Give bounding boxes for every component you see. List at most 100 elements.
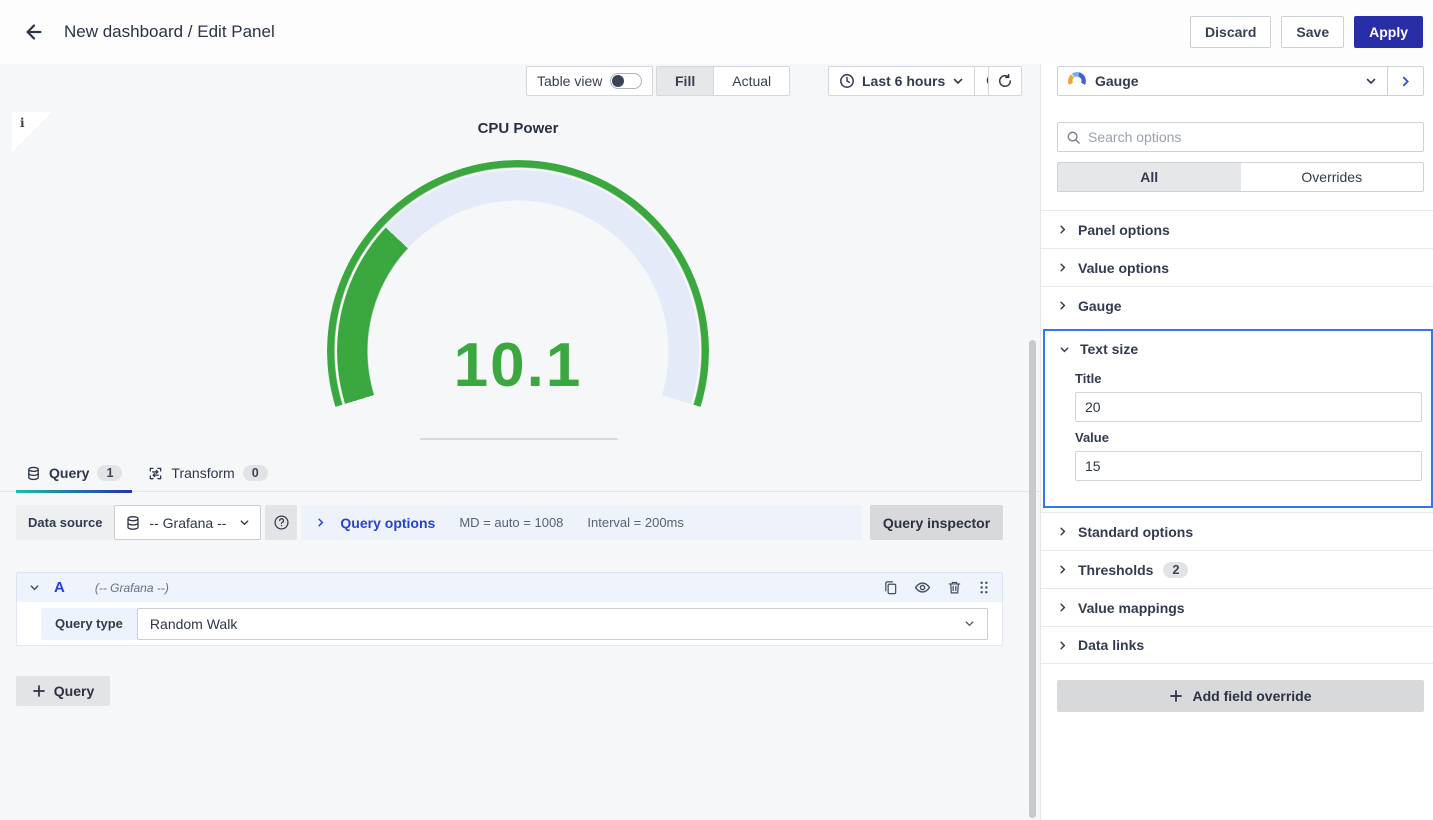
discard-button[interactable]: Discard: [1190, 16, 1271, 48]
drag-handle-icon[interactable]: [978, 580, 990, 595]
query-editor-body: Query type Random Walk: [16, 602, 1003, 646]
chevron-right-icon: [1399, 75, 1412, 88]
section-label: Standard options: [1078, 524, 1193, 540]
query-inspector-button[interactable]: Query inspector: [870, 505, 1003, 540]
clock-icon: [839, 73, 855, 89]
time-picker-group: Last 6 hours: [828, 66, 1013, 96]
transform-count-badge: 0: [243, 465, 268, 481]
actual-tab[interactable]: Actual: [713, 67, 789, 95]
scrollbar-thumb[interactable]: [1029, 340, 1036, 818]
section-label: Thresholds: [1078, 562, 1153, 578]
edit-pane: Table view Fill Actual Last 6 hours: [0, 64, 1040, 820]
chevron-right-icon: [1057, 262, 1068, 273]
tab-transform-label: Transform: [171, 465, 234, 481]
query-row-header[interactable]: A (-- Grafana --): [16, 572, 1003, 602]
tab-all[interactable]: All: [1058, 163, 1241, 191]
interval: Interval = 200ms: [587, 515, 683, 530]
add-query-button[interactable]: Query: [16, 676, 110, 706]
section-text-size: Text size Title Value: [1043, 329, 1433, 508]
delete-query-icon[interactable]: [947, 580, 962, 595]
search-options-input[interactable]: [1088, 129, 1415, 145]
gauge-viz-icon: [1068, 72, 1086, 90]
database-icon: [26, 466, 41, 481]
datasource-value: -- Grafana --: [149, 515, 226, 531]
time-range-label: Last 6 hours: [862, 73, 945, 89]
table-view-group: Table view: [526, 66, 653, 96]
section-panel-options[interactable]: Panel options: [1041, 210, 1433, 248]
title-size-field: Title: [1045, 371, 1431, 422]
thresholds-count-badge: 2: [1163, 562, 1188, 578]
help-icon: [273, 514, 290, 531]
apply-button[interactable]: Apply: [1354, 16, 1423, 48]
text-size-header[interactable]: Text size: [1045, 331, 1431, 363]
section-label: Panel options: [1078, 222, 1170, 238]
value-size-field: Value: [1045, 430, 1431, 481]
time-range-button[interactable]: Last 6 hours: [829, 67, 974, 95]
panel-resize-divider[interactable]: [420, 438, 618, 440]
query-count-badge: 1: [97, 465, 122, 481]
section-standard-options[interactable]: Standard options: [1041, 512, 1433, 550]
collapse-options-pane-button[interactable]: [1387, 67, 1423, 95]
datasource-row: Data source -- Grafana --: [16, 505, 1003, 540]
tab-query-label: Query: [49, 465, 89, 481]
section-label: Value mappings: [1078, 600, 1185, 616]
section-thresholds[interactable]: Thresholds 2: [1041, 550, 1433, 588]
max-data-points: MD = auto = 1008: [459, 515, 563, 530]
refresh-button[interactable]: [988, 66, 1022, 96]
section-value-options[interactable]: Value options: [1041, 248, 1433, 286]
transform-icon: [148, 466, 163, 481]
back-button[interactable]: [14, 12, 54, 52]
plus-icon: [32, 684, 46, 698]
visualization-select[interactable]: Gauge: [1058, 67, 1387, 95]
datasource-picker[interactable]: -- Grafana --: [114, 505, 261, 540]
hide-query-icon[interactable]: [914, 579, 931, 596]
chevron-right-icon: [315, 517, 326, 528]
chevron-right-icon: [1057, 224, 1068, 235]
query-ref-id: A: [54, 579, 65, 596]
panel-title: CPU Power: [318, 120, 718, 137]
panel-info-corner[interactable]: [12, 112, 52, 152]
query-type-select[interactable]: Random Walk: [137, 608, 988, 640]
fill-tab[interactable]: Fill: [657, 67, 713, 95]
value-size-input[interactable]: [1075, 451, 1422, 481]
chevron-down-icon: [239, 517, 250, 528]
text-size-title: Text size: [1080, 341, 1138, 357]
title-size-input[interactable]: [1075, 392, 1422, 422]
options-search: [1057, 122, 1424, 152]
title-size-label: Title: [1075, 371, 1422, 386]
visualization-picker: Gauge: [1057, 66, 1424, 96]
chevron-right-icon: [1057, 300, 1068, 311]
section-data-links[interactable]: Data links: [1041, 626, 1433, 664]
section-gauge[interactable]: Gauge: [1041, 286, 1433, 324]
save-button[interactable]: Save: [1281, 16, 1344, 48]
tab-transform[interactable]: Transform 0: [138, 455, 277, 492]
visualization-name: Gauge: [1095, 73, 1139, 89]
datasource-label: Data source: [16, 505, 114, 540]
refresh-icon: [997, 73, 1013, 89]
query-tabbar: Query 1 Transform 0: [0, 455, 1040, 492]
info-icon: i: [20, 116, 25, 130]
section-label: Value options: [1078, 260, 1169, 276]
options-sidebar: Gauge All Overrides Panel options: [1040, 64, 1433, 820]
duplicate-query-icon[interactable]: [883, 580, 898, 595]
datasource-help-button[interactable]: [265, 505, 297, 540]
query-row-actions: [883, 579, 990, 596]
header: New dashboard / Edit Panel Discard Save …: [0, 0, 1433, 64]
table-view-toggle[interactable]: [610, 73, 642, 89]
collapse-chevron-icon[interactable]: [29, 582, 40, 593]
section-value-mappings[interactable]: Value mappings: [1041, 588, 1433, 626]
tab-overrides[interactable]: Overrides: [1241, 163, 1424, 191]
query-options-bar[interactable]: Query options MD = auto = 1008 Interval …: [301, 505, 862, 540]
chevron-down-icon: [1365, 75, 1377, 87]
options-filter-tabs: All Overrides: [1057, 162, 1424, 192]
add-field-override-button[interactable]: Add field override: [1057, 680, 1424, 712]
grafana-edit-panel: New dashboard / Edit Panel Discard Save …: [0, 0, 1433, 820]
query-options-label: Query options: [340, 515, 435, 531]
query-options-toggle[interactable]: Query options: [315, 515, 435, 531]
gauge-value: 10.1: [318, 330, 718, 401]
tab-query[interactable]: Query 1: [16, 455, 132, 492]
chevron-right-icon: [1057, 526, 1068, 537]
add-field-override-label: Add field override: [1192, 688, 1311, 704]
chevron-right-icon: [1057, 564, 1068, 575]
query-type-value: Random Walk: [150, 616, 237, 632]
